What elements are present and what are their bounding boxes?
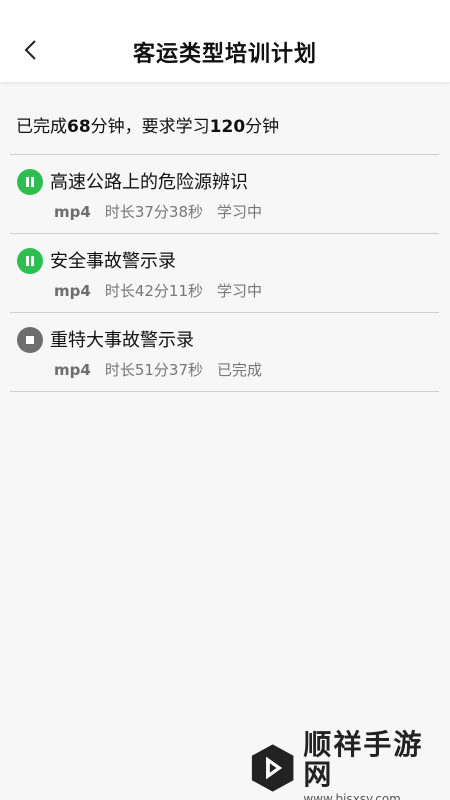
watermark-name: 顺祥手游网 (303, 728, 424, 791)
pause-icon[interactable] (17, 169, 43, 195)
course-status: 学习中 (217, 282, 263, 300)
completed-unit: 分钟， (90, 117, 142, 137)
completed-minutes: 68 (67, 117, 91, 137)
course-format: mp4 (54, 361, 91, 379)
course-list: 高速公路上的危险源辨识 mp4 时长37分38秒 学习中 安全事故警示录 mp4 时长… (10, 154, 439, 392)
course-meta: mp4 时长42分11秒 学习中 (54, 280, 276, 301)
course-title: 重特大事故警示录 (50, 330, 194, 351)
required-prefix: 要求学习 (141, 117, 210, 137)
course-duration: 时长37分38秒 (104, 203, 203, 221)
course-item[interactable]: 重特大事故警示录 mp4 时长51分37秒 已完成 (10, 313, 439, 392)
required-unit: 分钟 (245, 117, 280, 137)
watermark-url: www.bjsxsy.com (303, 792, 401, 800)
summary-prefix: 已完成 (16, 117, 67, 137)
app-screen: 客运类型培训计划 已完成68分钟，要求学习120分钟 高速公路上的危险源辨识 m… (0, 0, 450, 800)
course-status: 学习中 (217, 203, 263, 221)
course-item[interactable]: 高速公路上的危险源辨识 mp4 时长37分38秒 学习中 (10, 155, 439, 234)
page-title: 客运类型培训计划 (132, 42, 317, 67)
course-meta: mp4 时长37分38秒 学习中 (54, 201, 276, 222)
watermark-logo-icon (251, 744, 294, 792)
pause-icon[interactable] (17, 248, 43, 274)
course-format: mp4 (54, 282, 91, 300)
course-item[interactable]: 安全事故警示录 mp4 时长42分11秒 学习中 (10, 234, 439, 313)
watermark: 顺祥手游网 www.bjsxsy.com (250, 730, 445, 800)
course-meta: mp4 时长51分37秒 已完成 (54, 359, 276, 380)
course-duration: 时长51分37秒 (104, 361, 203, 379)
course-duration: 时长42分11秒 (104, 282, 203, 300)
course-title: 高速公路上的危险源辨识 (50, 172, 248, 193)
header-bar: 客运类型培训计划 (0, 0, 450, 82)
course-title: 安全事故警示录 (50, 251, 176, 272)
course-format: mp4 (54, 203, 91, 221)
required-minutes: 120 (209, 117, 246, 137)
watermark-text: 顺祥手游网 www.bjsxsy.com (303, 730, 445, 800)
study-summary: 已完成68分钟，要求学习120分钟 (16, 112, 279, 137)
course-status: 已完成 (217, 361, 263, 379)
stop-icon[interactable] (17, 327, 43, 353)
